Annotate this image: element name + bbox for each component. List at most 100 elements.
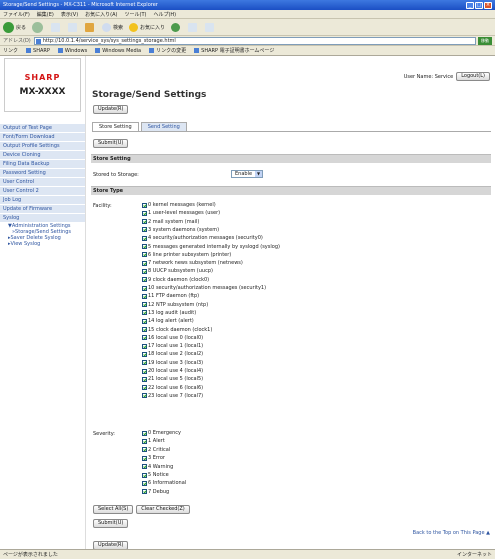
checkbox[interactable] xyxy=(142,244,147,249)
checkbox[interactable] xyxy=(142,202,147,208)
menu-view[interactable]: 表示(V) xyxy=(61,11,78,18)
submit-button-top[interactable]: Submit(U) xyxy=(93,139,129,148)
minimize-button[interactable]: _ xyxy=(466,1,474,9)
select-all-button[interactable]: Select All(S) xyxy=(93,505,134,514)
menu-help[interactable]: ヘルプ(H) xyxy=(153,11,176,18)
facility-checkbox-row[interactable]: 11 FTP daemon (ftp) xyxy=(142,293,199,299)
checkbox[interactable] xyxy=(142,351,147,357)
checkbox[interactable] xyxy=(142,438,147,444)
checkbox[interactable] xyxy=(142,327,147,332)
refresh-button[interactable] xyxy=(68,22,79,32)
checkbox[interactable] xyxy=(142,310,147,316)
severity-checkbox-row[interactable]: 4 Warning xyxy=(142,464,173,470)
sidebar-item-font-form-download[interactable]: Font/Form Download xyxy=(0,133,85,142)
back-button[interactable]: 戻る xyxy=(3,21,26,33)
address-input[interactable]: http://10.0.1.4/service_sys/sys_settings… xyxy=(33,36,476,45)
checkbox[interactable] xyxy=(142,455,147,461)
update-button-top[interactable]: Update(R) xyxy=(93,105,129,114)
checkbox[interactable] xyxy=(142,343,147,349)
facility-checkbox-row[interactable]: 6 line printer subsystem (printer) xyxy=(142,252,231,258)
menu-edit[interactable]: 編集(E) xyxy=(37,11,54,18)
checkbox[interactable] xyxy=(142,430,147,436)
checkbox[interactable] xyxy=(142,302,147,308)
facility-checkbox-row[interactable]: 22 local use 6 (local6) xyxy=(142,385,203,391)
link-sharp-cert[interactable]: SHARP 電子証明書ホームページ xyxy=(194,47,274,54)
sidebar-item-firmware[interactable]: Update of Firmware xyxy=(0,205,85,214)
logout-button[interactable]: Logout(L) xyxy=(456,72,490,81)
checkbox[interactable] xyxy=(142,277,147,283)
checkbox[interactable] xyxy=(142,227,147,233)
severity-checkbox-row[interactable]: 3 Error xyxy=(142,455,165,461)
clear-checked-button[interactable]: Clear Checked(Z) xyxy=(136,505,190,514)
checkbox[interactable] xyxy=(142,447,147,453)
checkbox[interactable] xyxy=(142,268,147,274)
facility-checkbox-row[interactable]: 13 log audit (audit) xyxy=(142,310,196,316)
tab-store-setting[interactable]: Store Setting xyxy=(92,122,139,131)
checkbox[interactable] xyxy=(142,393,147,399)
facility-checkbox-row[interactable]: 12 NTP subsystem (ntp) xyxy=(142,302,208,308)
go-button[interactable]: 移動 xyxy=(478,36,492,45)
submit-button-bottom[interactable]: Submit(U) xyxy=(93,519,129,528)
checkbox[interactable] xyxy=(142,285,147,291)
tab-send-setting[interactable]: Send Setting xyxy=(140,122,187,131)
facility-checkbox-row[interactable]: 9 clock daemon (clock0) xyxy=(142,277,209,283)
checkbox[interactable] xyxy=(142,335,147,341)
severity-checkbox-row[interactable]: 6 Informational xyxy=(142,480,186,486)
facility-checkbox-row[interactable]: 1 user-level messages (user) xyxy=(142,210,220,216)
severity-checkbox-row[interactable]: 0 Emergency xyxy=(142,430,181,436)
forward-button[interactable] xyxy=(32,21,45,33)
checkbox[interactable] xyxy=(142,368,147,374)
sidebar-item-user-control-2[interactable]: User Control 2 xyxy=(0,187,85,196)
facility-checkbox-row[interactable]: 7 network news subsystem (netnews) xyxy=(142,260,243,266)
facility-checkbox-row[interactable]: 21 local use 5 (local5) xyxy=(142,376,203,382)
sidebar-item-output-profile[interactable]: Output Profile Settings xyxy=(0,142,85,151)
print-button[interactable] xyxy=(205,22,216,32)
mail-button[interactable] xyxy=(188,22,199,32)
checkbox[interactable] xyxy=(142,210,147,216)
stop-button[interactable] xyxy=(51,22,62,32)
stored-to-storage-select[interactable]: Enable ▼ xyxy=(231,170,264,178)
checkbox[interactable] xyxy=(142,464,147,470)
facility-checkbox-row[interactable]: 16 local use 0 (local0) xyxy=(142,335,203,341)
checkbox[interactable] xyxy=(142,385,147,391)
facility-checkbox-row[interactable]: 17 local use 1 (local1) xyxy=(142,343,203,349)
facility-checkbox-row[interactable]: 15 clock daemon (clock1) xyxy=(142,327,212,333)
link-windows-media[interactable]: Windows Media xyxy=(95,48,141,54)
home-button[interactable] xyxy=(85,22,96,32)
facility-checkbox-row[interactable]: 5 messages generated internally by syslo… xyxy=(142,244,280,250)
checkbox[interactable] xyxy=(142,376,147,382)
severity-checkbox-row[interactable]: 2 Critical xyxy=(142,447,170,453)
sidebar-item-user-control[interactable]: User Control xyxy=(0,178,85,187)
facility-checkbox-row[interactable]: 3 system daemons (system) xyxy=(142,227,219,233)
facility-checkbox-row[interactable]: 18 local use 2 (local2) xyxy=(142,351,203,357)
checkbox[interactable] xyxy=(142,235,147,241)
facility-checkbox-row[interactable]: 4 security/authorization messages (secur… xyxy=(142,235,263,241)
checkbox[interactable] xyxy=(142,480,147,486)
facility-checkbox-row[interactable]: 8 UUCP subsystem (uucp) xyxy=(142,268,213,274)
link-sharp[interactable]: SHARP xyxy=(26,48,50,54)
checkbox[interactable] xyxy=(142,489,147,495)
checkbox[interactable] xyxy=(142,360,147,366)
severity-checkbox-row[interactable]: 1 Alert xyxy=(142,438,165,444)
facility-checkbox-row[interactable]: 10 security/authorization messages (secu… xyxy=(142,285,266,291)
search-button[interactable]: 検索 xyxy=(102,22,123,32)
menu-favorites[interactable]: お気に入り(A) xyxy=(85,11,117,18)
maximize-button[interactable]: □ xyxy=(475,1,483,9)
checkbox[interactable] xyxy=(142,219,147,225)
checkbox[interactable] xyxy=(142,472,147,478)
favorites-button[interactable]: お気に入り xyxy=(129,22,165,32)
facility-checkbox-row[interactable]: 23 local use 7 (local7) xyxy=(142,393,203,399)
facility-checkbox-row[interactable]: 19 local use 3 (local3) xyxy=(142,360,203,366)
checkbox[interactable] xyxy=(142,260,147,266)
menu-tools[interactable]: ツール(T) xyxy=(125,11,147,18)
facility-checkbox-row[interactable]: 14 log alert (alert) xyxy=(142,318,194,324)
checkbox[interactable] xyxy=(142,318,147,324)
facility-checkbox-row[interactable]: 0 kernel messages (kernel) xyxy=(142,202,216,208)
sidebar-item-job-log[interactable]: Job Log xyxy=(0,196,85,205)
sidebar-item-filing-backup[interactable]: Filing Data Backup xyxy=(0,160,85,169)
link-customize[interactable]: リンクの変更 xyxy=(149,47,186,54)
severity-checkbox-row[interactable]: 7 Debug xyxy=(142,489,169,495)
sidebar-item-device-cloning[interactable]: Device Cloning xyxy=(0,151,85,160)
sidebar-item-password[interactable]: Password Setting xyxy=(0,169,85,178)
sidebar-item-syslog[interactable]: Syslog xyxy=(0,214,85,223)
